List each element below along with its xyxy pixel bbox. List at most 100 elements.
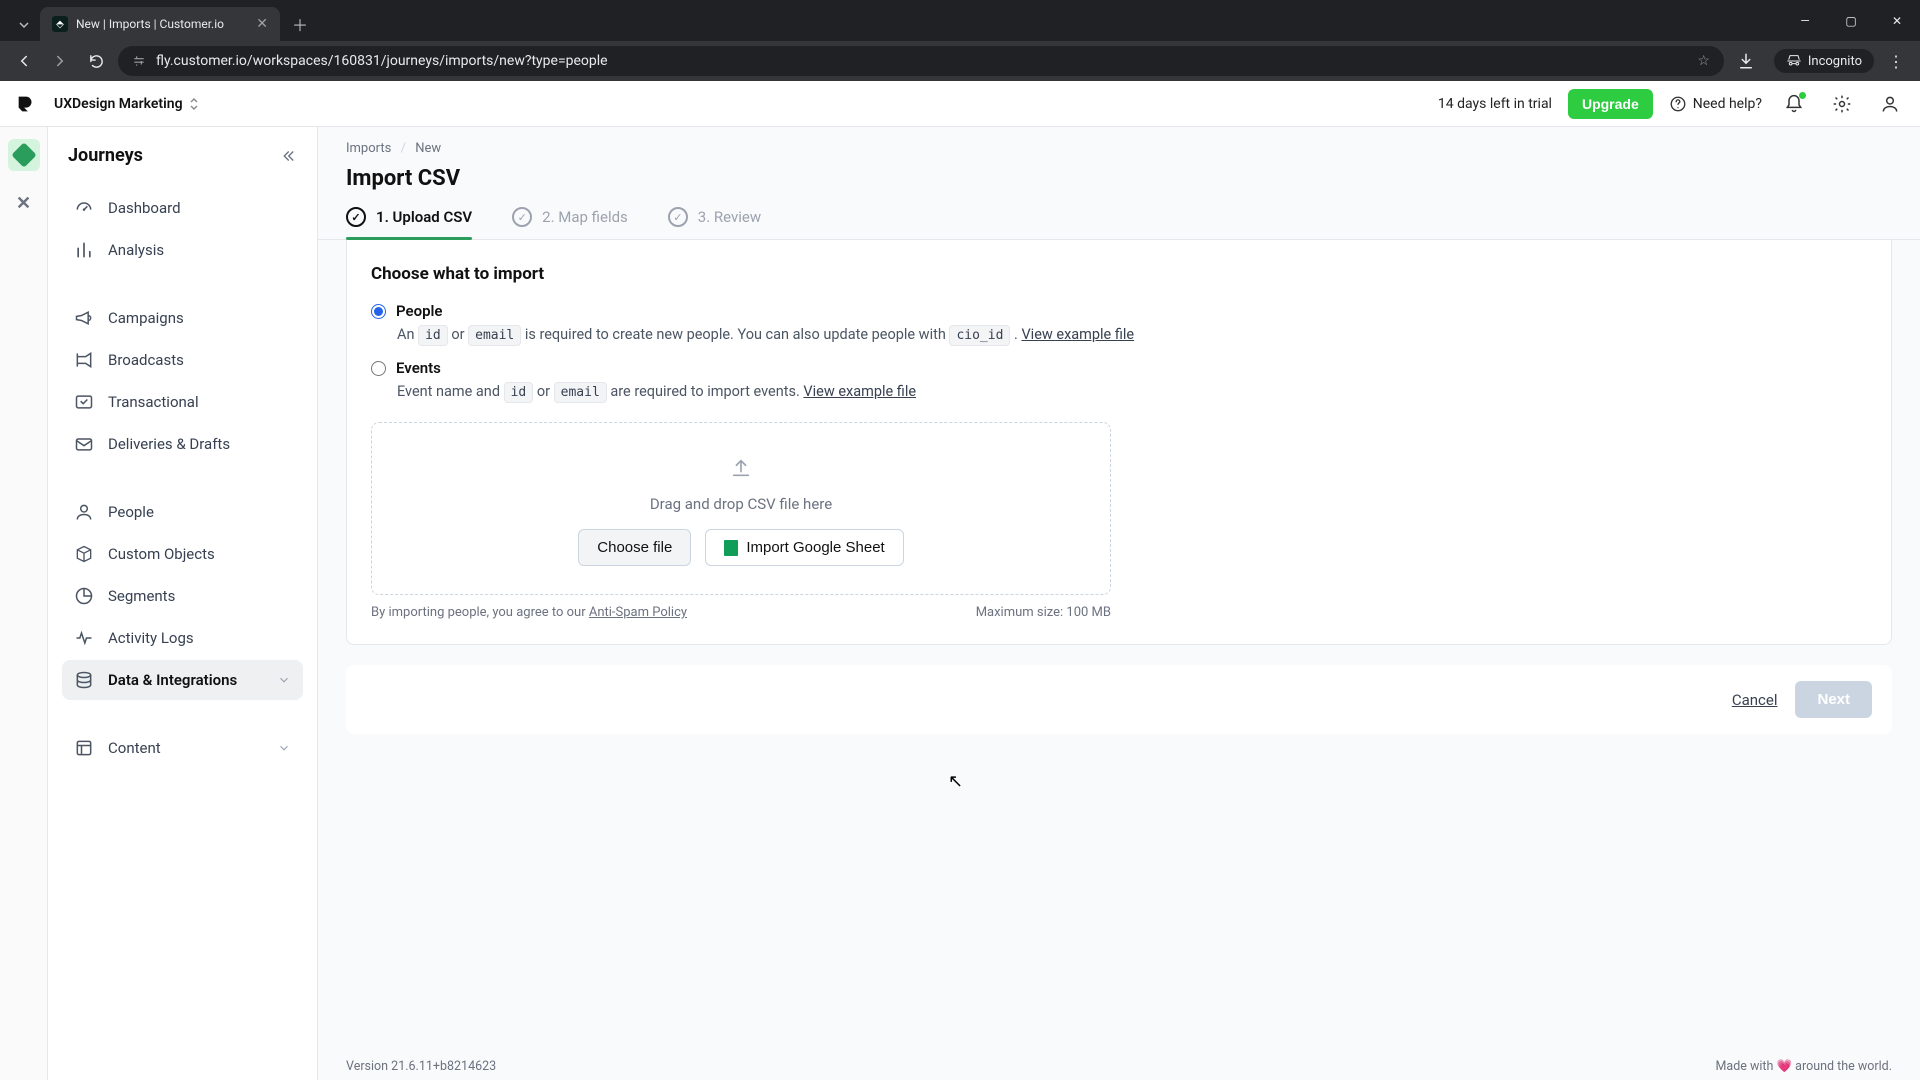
- bookmark-star-icon[interactable]: ☆: [1697, 53, 1710, 69]
- nav-label: Dashboard: [108, 199, 181, 217]
- window-close-icon[interactable]: ✕: [1874, 0, 1920, 41]
- events-description: Event name and id or email are required …: [397, 383, 1867, 400]
- transactional-icon: [74, 392, 94, 412]
- import-type-events: Events Event name and id or email are re…: [371, 359, 1867, 400]
- wizard-steps: ✓ 1. Upload CSV ✓ 2. Map fields ✓ 3. Rev…: [318, 191, 1920, 240]
- window-controls: — ▢ ✕: [1782, 0, 1920, 41]
- rail-journeys-icon[interactable]: [8, 139, 40, 171]
- people-example-link[interactable]: View example file: [1021, 326, 1134, 343]
- broadcast-icon: [74, 350, 94, 370]
- product-rail: ✕: [0, 127, 48, 1080]
- page-title: Import CSV: [318, 156, 1920, 191]
- nav-label: Campaigns: [108, 309, 184, 327]
- choose-file-button[interactable]: Choose file: [578, 529, 691, 566]
- gauge-icon: [74, 198, 94, 218]
- events-radio[interactable]: [371, 361, 386, 376]
- step-label: 3. Review: [698, 208, 761, 226]
- import-google-sheet-button[interactable]: Import Google Sheet: [705, 529, 903, 566]
- layout-icon: [74, 738, 94, 758]
- events-example-link[interactable]: View example file: [803, 383, 916, 400]
- browser-menu-icon[interactable]: ⋮: [1882, 47, 1910, 75]
- browser-forward-button[interactable]: [46, 47, 74, 75]
- sidebar-item-dashboard[interactable]: Dashboard: [62, 188, 303, 228]
- workspace-switcher[interactable]: UXDesign Marketing: [54, 96, 199, 112]
- nav-label: Data & Integrations: [108, 671, 237, 689]
- sidebar-item-content[interactable]: Content: [62, 728, 303, 768]
- step-review: ✓ 3. Review: [668, 207, 761, 239]
- notifications-icon[interactable]: [1778, 88, 1810, 120]
- events-radio-row[interactable]: Events: [371, 359, 1867, 377]
- envelope-icon: [74, 434, 94, 454]
- code-email: email: [554, 382, 607, 403]
- step-check-icon: ✓: [346, 207, 366, 227]
- nav-label: Activity Logs: [108, 629, 194, 647]
- browser-tab[interactable]: ⬘ New | Imports | Customer.io ✕: [40, 7, 280, 41]
- nav-label: Broadcasts: [108, 351, 184, 369]
- need-help-link[interactable]: Need help?: [1669, 95, 1762, 113]
- sidebar-item-custom-objects[interactable]: Custom Objects: [62, 534, 303, 574]
- browser-back-button[interactable]: [10, 47, 38, 75]
- sidebar-item-people[interactable]: People: [62, 492, 303, 532]
- breadcrumb-current: New: [415, 141, 441, 156]
- people-radio[interactable]: [371, 304, 386, 319]
- browser-tab-strip: ⬘ New | Imports | Customer.io ✕ ＋ — ▢ ✕: [0, 0, 1920, 41]
- account-avatar-icon[interactable]: [1874, 88, 1906, 120]
- breadcrumb-parent-link[interactable]: Imports: [346, 141, 391, 156]
- browser-reload-button[interactable]: [82, 47, 110, 75]
- cube-icon: [74, 544, 94, 564]
- anti-spam-policy-link[interactable]: Anti-Spam Policy: [589, 605, 687, 620]
- rail-secondary-icon[interactable]: ✕: [8, 187, 40, 219]
- new-tab-button[interactable]: ＋: [286, 10, 314, 38]
- file-dropzone[interactable]: Drag and drop CSV file here Choose file …: [371, 422, 1111, 595]
- breadcrumb: Imports / New: [318, 127, 1920, 156]
- site-info-icon[interactable]: [132, 54, 146, 68]
- chevron-down-icon: [277, 673, 291, 687]
- tab-close-icon[interactable]: ✕: [256, 16, 268, 32]
- app-logo-icon[interactable]: [14, 92, 38, 116]
- pie-icon: [74, 586, 94, 606]
- next-button[interactable]: Next: [1795, 681, 1872, 718]
- code-id: id: [504, 382, 534, 403]
- step-label: 2. Map fields: [542, 208, 628, 226]
- people-description: An id or email is required to create new…: [397, 326, 1867, 343]
- step-upload-csv[interactable]: ✓ 1. Upload CSV: [346, 207, 472, 239]
- sidebar: Journeys Dashboard Analysis Campaigns: [48, 127, 318, 1080]
- step-map-fields: ✓ 2. Map fields: [512, 207, 628, 239]
- trial-countdown: 14 days left in trial: [1438, 96, 1552, 112]
- nav-label: Custom Objects: [108, 545, 215, 563]
- tab-search-dropdown[interactable]: [8, 9, 40, 41]
- app-header: UXDesign Marketing 14 days left in trial…: [0, 81, 1920, 127]
- dropzone-footer: By importing people, you agree to our An…: [371, 605, 1111, 620]
- window-minimize-icon[interactable]: —: [1782, 0, 1828, 41]
- person-icon: [74, 502, 94, 522]
- browser-toolbar: fly.customer.io/workspaces/160831/journe…: [0, 41, 1920, 81]
- sidebar-item-campaigns[interactable]: Campaigns: [62, 298, 303, 338]
- upgrade-button[interactable]: Upgrade: [1568, 89, 1653, 119]
- sidebar-item-segments[interactable]: Segments: [62, 576, 303, 616]
- sidebar-item-data-integrations[interactable]: Data & Integrations: [62, 660, 303, 700]
- mouse-cursor-icon: ↖: [948, 771, 963, 792]
- people-radio-label: People: [396, 302, 443, 320]
- incognito-badge[interactable]: Incognito: [1774, 49, 1874, 73]
- sidebar-collapse-icon[interactable]: [279, 147, 297, 165]
- people-radio-row[interactable]: People: [371, 302, 1867, 320]
- pulse-icon: [74, 628, 94, 648]
- sidebar-item-activity-logs[interactable]: Activity Logs: [62, 618, 303, 658]
- address-bar[interactable]: fly.customer.io/workspaces/160831/journe…: [118, 46, 1724, 76]
- nav-label: Transactional: [108, 393, 199, 411]
- settings-gear-icon[interactable]: [1826, 88, 1858, 120]
- database-icon: [74, 670, 94, 690]
- step-label: 1. Upload CSV: [376, 208, 472, 226]
- sidebar-item-analysis[interactable]: Analysis: [62, 230, 303, 270]
- need-help-label: Need help?: [1693, 96, 1762, 112]
- sidebar-item-transactional[interactable]: Transactional: [62, 382, 303, 422]
- sidebar-item-broadcasts[interactable]: Broadcasts: [62, 340, 303, 380]
- cancel-link[interactable]: Cancel: [1732, 691, 1778, 709]
- sidebar-item-deliveries[interactable]: Deliveries & Drafts: [62, 424, 303, 464]
- window-maximize-icon[interactable]: ▢: [1828, 0, 1874, 41]
- step-check-icon: ✓: [668, 207, 688, 227]
- step-check-icon: ✓: [512, 207, 532, 227]
- downloads-icon[interactable]: [1732, 47, 1760, 75]
- chevron-down-icon: [277, 741, 291, 755]
- incognito-icon: [1786, 53, 1802, 69]
